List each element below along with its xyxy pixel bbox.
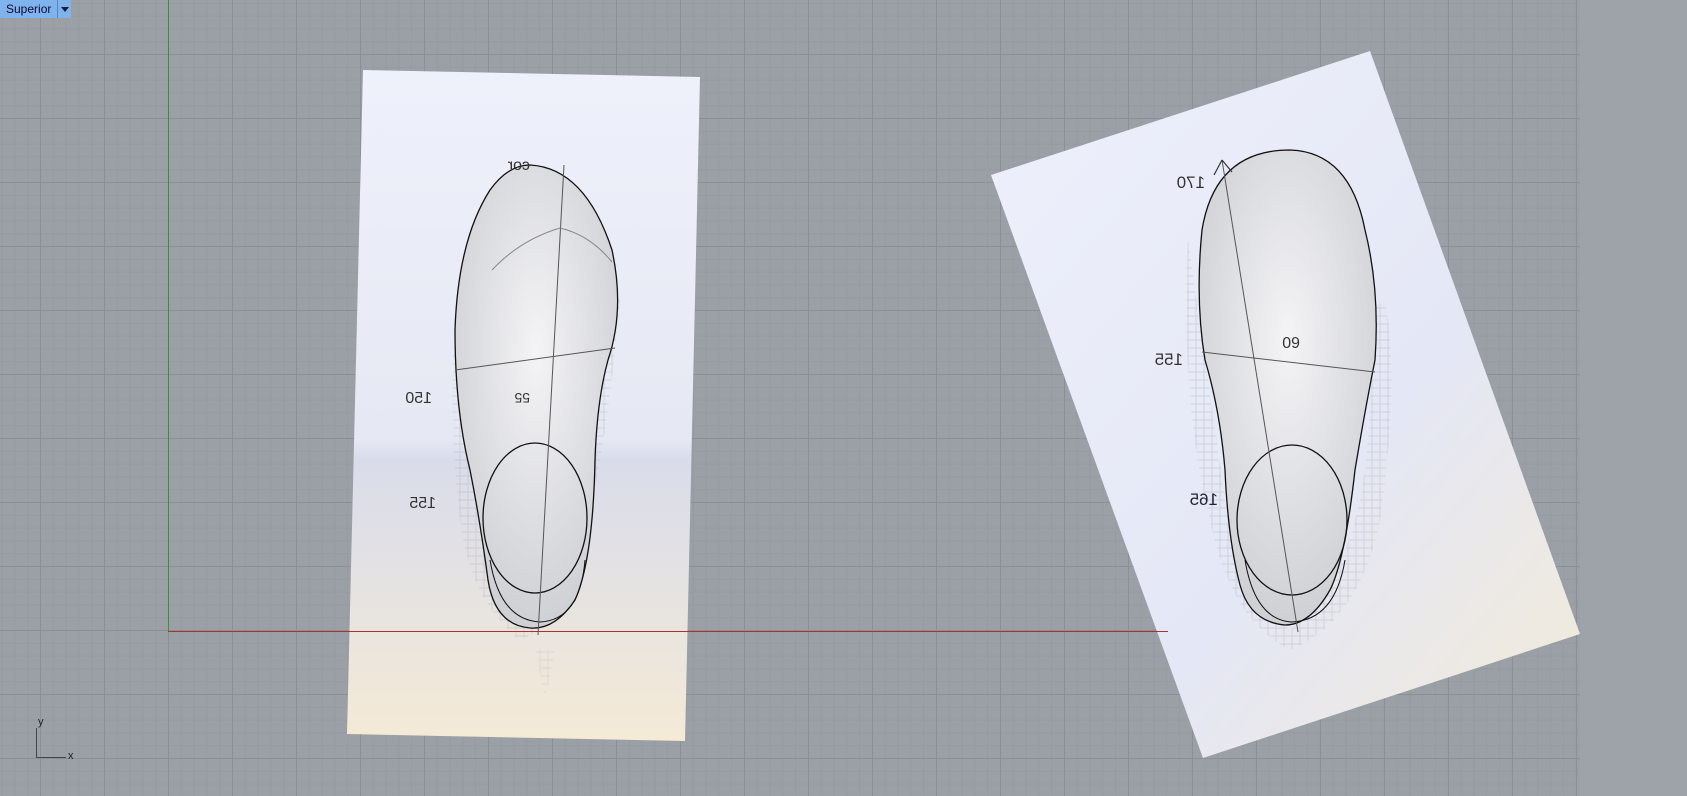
left-reference-sheet[interactable]: cor 150 55 155 bbox=[347, 70, 700, 741]
x-axis-line bbox=[168, 631, 1168, 632]
chevron-down-icon bbox=[60, 6, 69, 12]
annotation-155-left: 155 bbox=[409, 495, 436, 512]
annotation-cor: cor bbox=[507, 157, 530, 174]
viewport-title[interactable]: Superior bbox=[0, 0, 59, 18]
viewport-title-tab[interactable]: Superior bbox=[0, 0, 72, 18]
axes-gizmo: y x bbox=[34, 716, 84, 762]
annotation-170: 170 bbox=[1177, 173, 1205, 192]
annotation-150: 150 bbox=[405, 390, 432, 407]
gizmo-x-line bbox=[36, 757, 66, 758]
reference-images: cor 150 55 155 170 155 60 165 bbox=[347, 51, 1580, 758]
annotation-60: 60 bbox=[1282, 333, 1300, 350]
viewport-top[interactable]: cor 150 55 155 170 155 60 165 Superior y… bbox=[0, 0, 1687, 796]
viewport-menu-dropdown[interactable] bbox=[58, 0, 72, 18]
y-axis-line bbox=[168, 0, 169, 632]
right-reference-sheet[interactable]: 170 155 60 165 bbox=[991, 51, 1580, 758]
annotation-155-right: 155 bbox=[1155, 350, 1183, 369]
gizmo-y-label: y bbox=[38, 716, 44, 728]
annotation-55: 55 bbox=[514, 390, 530, 406]
grid-outside-area bbox=[1580, 0, 1687, 796]
gizmo-x-label: x bbox=[68, 750, 74, 762]
annotation-165: 165 bbox=[1190, 490, 1218, 509]
gizmo-y-line bbox=[36, 728, 37, 758]
